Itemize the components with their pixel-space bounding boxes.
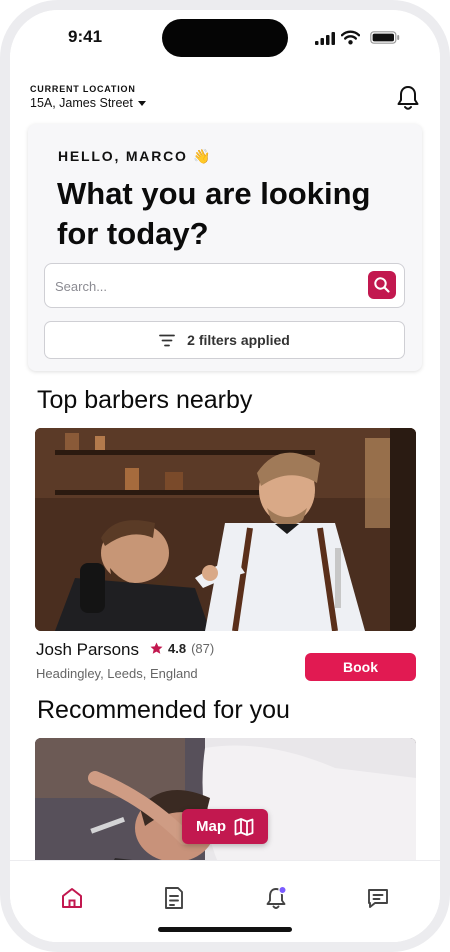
- map-label: Map: [196, 818, 226, 835]
- chat-icon: [368, 889, 388, 908]
- filters-button[interactable]: 2 filters applied: [44, 321, 405, 359]
- section-title-recommended: Recommended for you: [37, 696, 290, 724]
- search-input[interactable]: [53, 264, 362, 309]
- notifications-button[interactable]: [395, 84, 421, 112]
- rating-count: (87): [191, 641, 215, 656]
- location-value: 15A, James Street: [30, 96, 133, 110]
- dynamic-island: [162, 19, 288, 57]
- search-button[interactable]: [368, 271, 396, 299]
- signal-icon: [315, 32, 335, 45]
- search-icon: [374, 277, 390, 293]
- recommended-photo-illustration: [35, 738, 416, 878]
- document-icon: [165, 887, 183, 909]
- barbershop-photo-illustration: [35, 428, 416, 631]
- map-button[interactable]: Map: [182, 809, 268, 844]
- app-screen: 9:41 CURRENT LOCATION 15A, James Street …: [10, 10, 440, 942]
- filter-icon: [159, 334, 176, 346]
- page-title: What you are looking for today?: [57, 176, 371, 251]
- battery-icon: [370, 31, 400, 44]
- section-title-top-barbers: Top barbers nearby: [37, 386, 253, 414]
- bell-icon: [397, 86, 419, 110]
- recommended-photo[interactable]: [35, 738, 416, 878]
- location-label: CURRENT LOCATION: [30, 84, 136, 94]
- map-icon: [234, 817, 254, 836]
- tab-home[interactable]: [59, 885, 85, 911]
- filters-label: 2 filters applied: [187, 332, 290, 348]
- status-time: 9:41: [68, 27, 103, 46]
- location-selector[interactable]: 15A, James Street: [30, 96, 146, 110]
- rating: 4.8 (87): [150, 641, 214, 656]
- barber-photo[interactable]: [35, 428, 416, 631]
- greeting: HELLO, MARCO 👋: [58, 148, 213, 164]
- phone-frame: 9:41 CURRENT LOCATION 15A, James Street …: [0, 0, 450, 952]
- tab-bookings[interactable]: [161, 885, 187, 911]
- bell-icon: [266, 885, 287, 909]
- book-button[interactable]: Book: [305, 653, 416, 681]
- barber-name: Josh Parsons: [36, 640, 139, 659]
- tab-notifications[interactable]: [263, 885, 289, 911]
- star-icon: [150, 642, 163, 654]
- caret-down-icon: [137, 100, 146, 106]
- notification-dot: [278, 885, 287, 895]
- home-indicator: [158, 927, 292, 932]
- search-box: [44, 263, 405, 309]
- rating-value: 4.8: [168, 641, 187, 656]
- home-icon: [62, 888, 82, 908]
- wifi-icon: [341, 30, 360, 45]
- tab-messages[interactable]: [365, 885, 391, 911]
- barber-address: Headingley, Leeds, England: [36, 666, 198, 681]
- hero-card: HELLO, MARCO 👋 What you are looking for …: [28, 124, 422, 371]
